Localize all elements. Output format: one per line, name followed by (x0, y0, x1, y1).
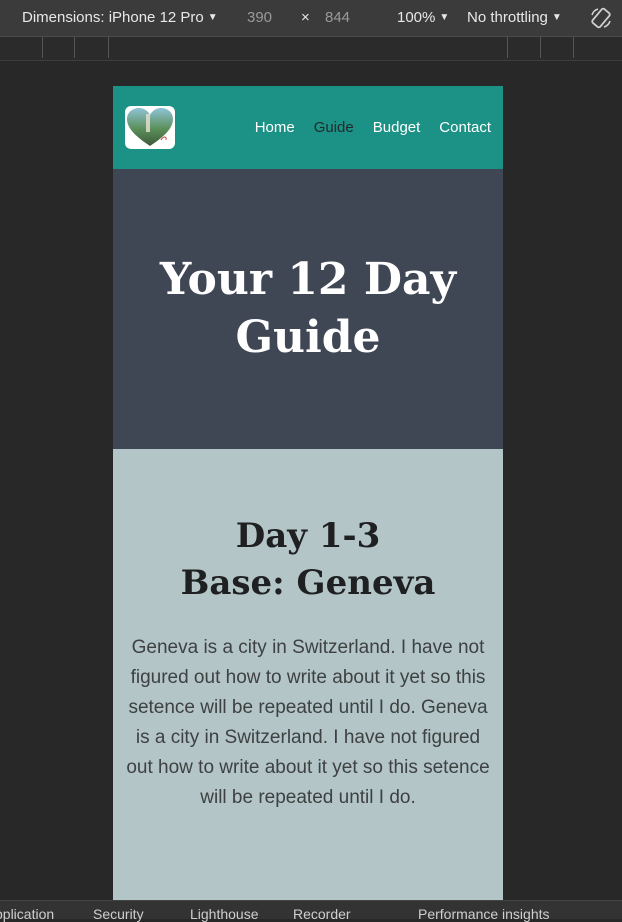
hero-section: Your 12 Day Guide (113, 169, 503, 449)
ruler-tick[interactable] (74, 37, 75, 58)
nav-link-home[interactable]: Home (255, 119, 295, 136)
ruler-tick[interactable] (540, 37, 541, 58)
media-query-ruler (0, 37, 622, 61)
section-body: Geneva is a city in Switzerland. I have … (126, 637, 490, 808)
ruler-tick[interactable] (507, 37, 508, 58)
section-title-line1: Day 1-3 (235, 516, 381, 556)
tab-application[interactable]: pplication (0, 906, 54, 922)
nav-link-contact[interactable]: Contact (439, 119, 491, 136)
tab-recorder[interactable]: Recorder (293, 906, 351, 922)
nav-link-budget[interactable]: Budget (373, 119, 421, 136)
devtools-device-toolbar: Dimensions: iPhone 12 Pro ▼ 390 × 844 100… (0, 0, 622, 37)
height-input[interactable]: 844 (325, 9, 350, 26)
throttling-label: No throttling (467, 9, 548, 26)
zoom-label: 100% (397, 9, 436, 26)
times-icon: × (301, 9, 310, 26)
ruler-tick[interactable] (42, 37, 43, 58)
devtools-drawer-tabs: pplication Security Lighthouse Recorder … (0, 900, 622, 922)
main-nav: Home Guide Budget Contact (255, 119, 491, 136)
zoom-dropdown[interactable]: 100% ▼ (397, 9, 449, 26)
caret-down-icon: ▼ (207, 12, 218, 23)
caret-down-icon: ▼ (439, 12, 450, 23)
device-dropdown-label: Dimensions: iPhone 12 Pro (22, 9, 204, 26)
day-section: Day 1-3 Base: Geneva Geneva is a city in… (113, 449, 503, 918)
width-input[interactable]: 390 (247, 9, 272, 26)
nav-link-guide[interactable]: Guide (314, 119, 354, 136)
section-title: Day 1-3 Base: Geneva (113, 513, 503, 607)
throttling-dropdown[interactable]: No throttling ▼ (467, 9, 562, 26)
device-dropdown[interactable]: Dimensions: iPhone 12 Pro ▼ (22, 9, 218, 26)
heart-photo-logo (127, 108, 173, 146)
ruler-tick[interactable] (108, 37, 109, 58)
tab-performance-insights[interactable]: Performance insights (418, 906, 550, 922)
section-title-line2: Base: Geneva (180, 563, 436, 603)
device-viewport: Home Guide Budget Contact Your 12 Day Gu… (113, 86, 503, 918)
ruler-tick[interactable] (573, 37, 574, 58)
rotate-icon[interactable] (589, 6, 613, 30)
hero-title: Your 12 Day Guide (159, 254, 457, 363)
caret-down-icon: ▼ (551, 12, 562, 23)
tab-security[interactable]: Security (93, 906, 144, 922)
tab-lighthouse[interactable]: Lighthouse (190, 906, 259, 922)
site-logo[interactable] (125, 106, 175, 149)
site-header: Home Guide Budget Contact (113, 86, 503, 169)
